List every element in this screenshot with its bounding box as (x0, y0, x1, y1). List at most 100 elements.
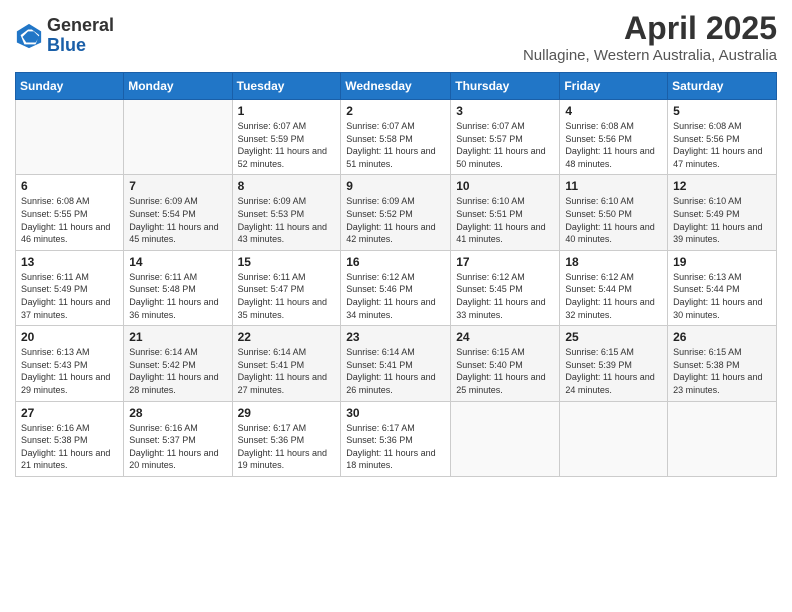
calendar-cell (668, 401, 777, 476)
col-header-wednesday: Wednesday (341, 73, 451, 100)
col-header-sunday: Sunday (16, 73, 124, 100)
calendar-cell: 16 Sunrise: 6:12 AMSunset: 5:46 PMDayligh… (341, 250, 451, 325)
calendar-cell: 8Sunrise: 6:09 AMSunset: 5:53 PMDaylight… (232, 175, 341, 250)
day-info: Sunrise: 6:14 AMSunset: 5:41 PMDaylight:… (238, 346, 336, 396)
day-number: 20 (21, 330, 118, 344)
col-header-saturday: Saturday (668, 73, 777, 100)
day-number: 24 (456, 330, 554, 344)
day-number: 2 (346, 104, 445, 118)
location: Nullagine, Western Australia, Australia (523, 47, 777, 64)
day-number: 26 (673, 330, 771, 344)
day-info: Sunrise: 6:12 AMSunset: 5:46 PMDaylight:… (346, 271, 445, 321)
day-info: Sunrise: 6:07 AMSunset: 5:59 PMDaylight:… (238, 120, 336, 170)
day-info: Sunrise: 6:07 AMSunset: 5:58 PMDaylight:… (346, 120, 445, 170)
calendar-cell: 3Sunrise: 6:07 AMSunset: 5:57 PMDaylight… (451, 100, 560, 175)
day-info: Sunrise: 6:09 AMSunset: 5:52 PMDaylight:… (346, 195, 445, 245)
calendar-cell: 6 Sunrise: 6:08 AMSunset: 5:55 PMDaylight… (16, 175, 124, 250)
calendar-cell: 10Sunrise: 6:10 AMSunset: 5:51 PMDayligh… (451, 175, 560, 250)
day-info: Sunrise: 6:08 AMSunset: 5:55 PMDaylight:… (21, 195, 118, 245)
calendar-cell: 21Sunrise: 6:14 AMSunset: 5:42 PMDayligh… (124, 326, 232, 401)
day-info: Sunrise: 6:13 AMSunset: 5:44 PMDaylight:… (673, 271, 771, 321)
calendar-header-row: SundayMondayTuesdayWednesdayThursdayFrid… (16, 73, 777, 100)
calendar-cell: 18Sunrise: 6:12 AMSunset: 5:44 PMDayligh… (560, 250, 668, 325)
calendar-cell: 5 Sunrise: 6:08 AMSunset: 5:56 PMDaylight… (668, 100, 777, 175)
col-header-monday: Monday (124, 73, 232, 100)
logo-blue-text: Blue (47, 36, 114, 56)
day-info: Sunrise: 6:14 AMSunset: 5:41 PMDaylight:… (346, 346, 445, 396)
day-number: 28 (129, 406, 226, 420)
calendar-cell: 9 Sunrise: 6:09 AMSunset: 5:52 PMDaylight… (341, 175, 451, 250)
calendar-table: SundayMondayTuesdayWednesdayThursdayFrid… (15, 72, 777, 477)
day-info: Sunrise: 6:08 AMSunset: 5:56 PMDaylight:… (565, 120, 662, 170)
calendar-cell: 20 Sunrise: 6:13 AMSunset: 5:43 PMDayligh… (16, 326, 124, 401)
calendar-week-row: 6 Sunrise: 6:08 AMSunset: 5:55 PMDaylight… (16, 175, 777, 250)
day-info: Sunrise: 6:10 AMSunset: 5:51 PMDaylight:… (456, 195, 554, 245)
day-number: 6 (21, 179, 118, 193)
day-info: Sunrise: 6:09 AMSunset: 5:54 PMDaylight:… (129, 195, 226, 245)
logo-text: General Blue (47, 16, 114, 56)
logo-general-text: General (47, 16, 114, 36)
col-header-tuesday: Tuesday (232, 73, 341, 100)
day-number: 22 (238, 330, 336, 344)
calendar-cell: 15 Sunrise: 6:11 AMSunset: 5:47 PMDayligh… (232, 250, 341, 325)
title-area: April 2025 Nullagine, Western Australia,… (523, 10, 777, 64)
calendar-cell: 19 Sunrise: 6:13 AMSunset: 5:44 PMDayligh… (668, 250, 777, 325)
day-info: Sunrise: 6:10 AMSunset: 5:49 PMDaylight:… (673, 195, 771, 245)
day-number: 17 (456, 255, 554, 269)
day-info: Sunrise: 6:13 AMSunset: 5:43 PMDaylight:… (21, 346, 118, 396)
calendar-week-row: 13Sunrise: 6:11 AMSunset: 5:49 PMDayligh… (16, 250, 777, 325)
day-number: 13 (21, 255, 118, 269)
day-info: Sunrise: 6:16 AMSunset: 5:38 PMDaylight:… (21, 422, 118, 472)
day-info: Sunrise: 6:15 AMSunset: 5:38 PMDaylight:… (673, 346, 771, 396)
col-header-thursday: Thursday (451, 73, 560, 100)
calendar-cell: 12 Sunrise: 6:10 AMSunset: 5:49 PMDayligh… (668, 175, 777, 250)
day-number: 1 (238, 104, 336, 118)
day-info: Sunrise: 6:16 AMSunset: 5:37 PMDaylight:… (129, 422, 226, 472)
calendar-cell (124, 100, 232, 175)
day-number: 25 (565, 330, 662, 344)
calendar-week-row: 27 Sunrise: 6:16 AMSunset: 5:38 PMDayligh… (16, 401, 777, 476)
day-number: 27 (21, 406, 118, 420)
calendar-cell (16, 100, 124, 175)
day-number: 30 (346, 406, 445, 420)
day-info: Sunrise: 6:12 AMSunset: 5:44 PMDaylight:… (565, 271, 662, 321)
day-number: 15 (238, 255, 336, 269)
day-number: 16 (346, 255, 445, 269)
day-info: Sunrise: 6:11 AMSunset: 5:48 PMDaylight:… (129, 271, 226, 321)
calendar-cell: 7 Sunrise: 6:09 AMSunset: 5:54 PMDaylight… (124, 175, 232, 250)
day-info: Sunrise: 6:17 AMSunset: 5:36 PMDaylight:… (346, 422, 445, 472)
day-info: Sunrise: 6:10 AMSunset: 5:50 PMDaylight:… (565, 195, 662, 245)
day-info: Sunrise: 6:15 AMSunset: 5:39 PMDaylight:… (565, 346, 662, 396)
day-number: 5 (673, 104, 771, 118)
calendar-cell (451, 401, 560, 476)
calendar-cell: 24Sunrise: 6:15 AMSunset: 5:40 PMDayligh… (451, 326, 560, 401)
calendar-cell: 22 Sunrise: 6:14 AMSunset: 5:41 PMDayligh… (232, 326, 341, 401)
calendar-cell: 30 Sunrise: 6:17 AMSunset: 5:36 PMDayligh… (341, 401, 451, 476)
day-info: Sunrise: 6:08 AMSunset: 5:56 PMDaylight:… (673, 120, 771, 170)
month-year: April 2025 (523, 10, 777, 47)
col-header-friday: Friday (560, 73, 668, 100)
day-number: 9 (346, 179, 445, 193)
day-number: 11 (565, 179, 662, 193)
calendar-cell (560, 401, 668, 476)
calendar-cell: 17 Sunrise: 6:12 AMSunset: 5:45 PMDayligh… (451, 250, 560, 325)
day-number: 14 (129, 255, 226, 269)
logo: General Blue (15, 16, 114, 56)
calendar-week-row: 20 Sunrise: 6:13 AMSunset: 5:43 PMDayligh… (16, 326, 777, 401)
day-number: 12 (673, 179, 771, 193)
day-number: 23 (346, 330, 445, 344)
calendar-cell: 1 Sunrise: 6:07 AMSunset: 5:59 PMDaylight… (232, 100, 341, 175)
day-number: 19 (673, 255, 771, 269)
day-number: 29 (238, 406, 336, 420)
calendar-week-row: 1 Sunrise: 6:07 AMSunset: 5:59 PMDaylight… (16, 100, 777, 175)
header: General Blue April 2025 Nullagine, Weste… (15, 10, 777, 64)
day-info: Sunrise: 6:17 AMSunset: 5:36 PMDaylight:… (238, 422, 336, 472)
day-number: 8 (238, 179, 336, 193)
day-number: 4 (565, 104, 662, 118)
calendar-cell: 14 Sunrise: 6:11 AMSunset: 5:48 PMDayligh… (124, 250, 232, 325)
day-info: Sunrise: 6:12 AMSunset: 5:45 PMDaylight:… (456, 271, 554, 321)
day-info: Sunrise: 6:11 AMSunset: 5:47 PMDaylight:… (238, 271, 336, 321)
calendar-cell: 2 Sunrise: 6:07 AMSunset: 5:58 PMDaylight… (341, 100, 451, 175)
calendar-cell: 28 Sunrise: 6:16 AMSunset: 5:37 PMDayligh… (124, 401, 232, 476)
day-number: 7 (129, 179, 226, 193)
